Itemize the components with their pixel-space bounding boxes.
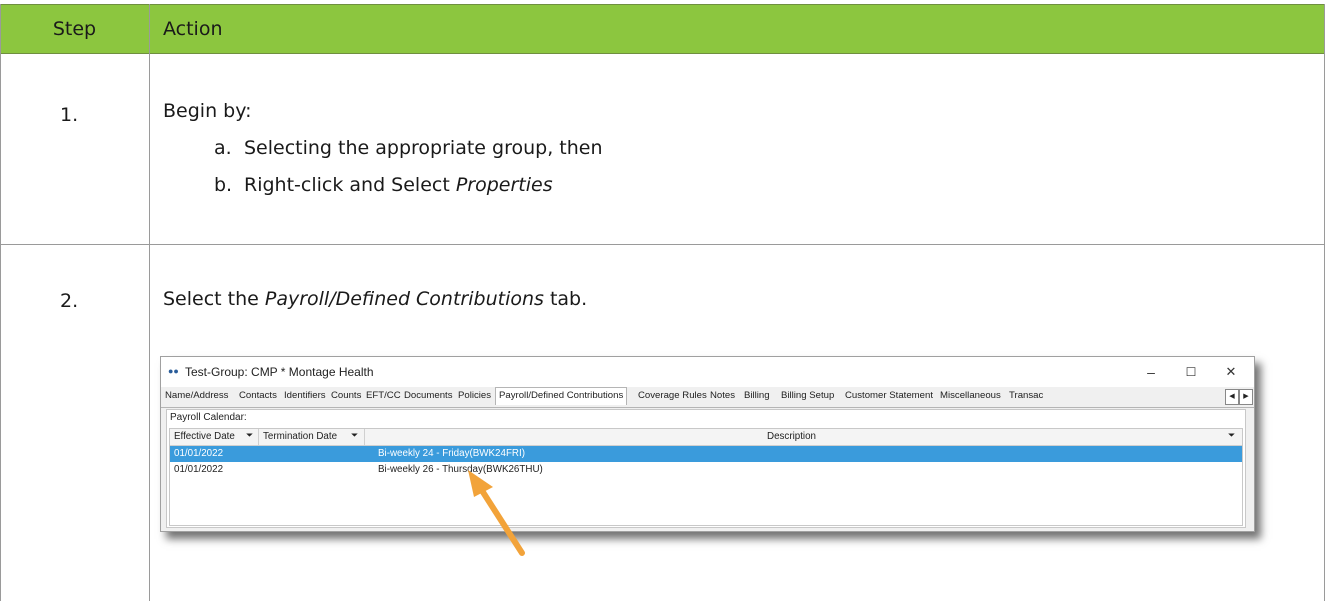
pointer-arrow-icon — [468, 470, 525, 556]
instruction-table: Step Action 1. Begin by: a. Selecting the… — [0, 0, 1325, 601]
